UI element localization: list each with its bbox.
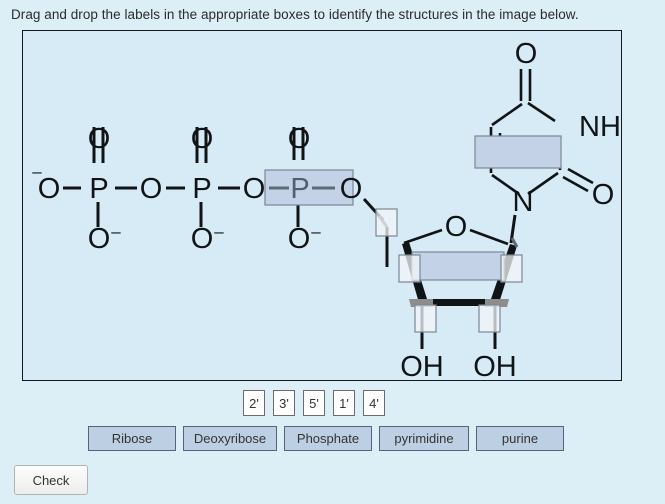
atom-o-minus-beta: O: [191, 223, 214, 255]
draggable-label-phosphate[interactable]: Phosphate: [284, 426, 372, 451]
atom-oh-right: OH: [473, 351, 517, 379]
atom-o-double-gamma: O: [288, 123, 311, 155]
atom-o-double-beta: O: [191, 123, 214, 155]
bond-n3-c4: [527, 101, 556, 123]
bond-oring-c1prime: [469, 228, 509, 246]
atom-oh-left: OH: [400, 351, 444, 379]
bond-c4-c5: [491, 102, 523, 127]
draggable-label-ribose[interactable]: Ribose: [88, 426, 176, 451]
charge-o-minus-alpha: –: [111, 222, 121, 241]
dropzone-1prime[interactable]: [500, 254, 523, 283]
atom-o-base-top: O: [515, 38, 538, 70]
atom-o-terminal-left: O: [38, 173, 61, 205]
number-label-tray: 2' 3' 5' 1' 4': [243, 390, 385, 416]
atom-nh-base: NH: [579, 111, 620, 143]
draggable-label-deoxyribose[interactable]: Deoxyribose: [183, 426, 277, 451]
draggable-label-5prime[interactable]: 5': [303, 390, 325, 416]
draggable-label-2prime[interactable]: 2': [243, 390, 265, 416]
draggable-label-1prime[interactable]: 1': [333, 390, 355, 416]
atom-o-base-right: O: [592, 179, 615, 211]
atom-p-gamma: P: [290, 173, 309, 205]
draggable-label-pyrimidine[interactable]: pyrimidine: [379, 426, 469, 451]
instruction-text: Drag and drop the labels in the appropri…: [11, 7, 579, 22]
diagram-panel: – O P O O – O P O O – O P O O – O O OH O…: [22, 30, 622, 381]
atom-o-bridge-2: O: [243, 173, 266, 205]
draggable-label-purine[interactable]: purine: [476, 426, 564, 451]
atom-o-minus-alpha: O: [88, 223, 111, 255]
dropzone-3prime[interactable]: [414, 304, 437, 333]
dropzone-2prime[interactable]: [478, 304, 501, 333]
word-label-tray: Ribose Deoxyribose Phosphate pyrimidine …: [88, 426, 564, 451]
charge-o-minus-gamma: –: [311, 222, 321, 241]
atom-n1-base: N: [513, 186, 534, 218]
atom-o-ring-sugar: O: [445, 211, 468, 243]
atom-o-double-alpha: O: [88, 123, 111, 155]
dropzone-base[interactable]: [474, 135, 562, 169]
draggable-label-3prime[interactable]: 3': [273, 390, 295, 416]
draggable-label-4prime[interactable]: 4': [363, 390, 385, 416]
dropzone-4prime[interactable]: [398, 254, 421, 283]
check-button[interactable]: Check: [14, 465, 88, 495]
charge-o-minus-beta: –: [214, 222, 224, 241]
dropzone-sugar[interactable]: [411, 251, 505, 281]
dropzone-5prime[interactable]: [375, 208, 398, 237]
atom-o-bridge-1: O: [140, 173, 163, 205]
atom-o-bridge-3: O: [340, 173, 363, 205]
atom-p-alpha: P: [89, 173, 108, 205]
atom-o-minus-gamma: O: [288, 223, 311, 255]
bond-c4prime-oring: [403, 228, 443, 245]
molecule-diagram: – O P O O – O P O O – O P O O – O O OH O…: [32, 38, 620, 379]
atom-p-beta: P: [192, 173, 211, 205]
